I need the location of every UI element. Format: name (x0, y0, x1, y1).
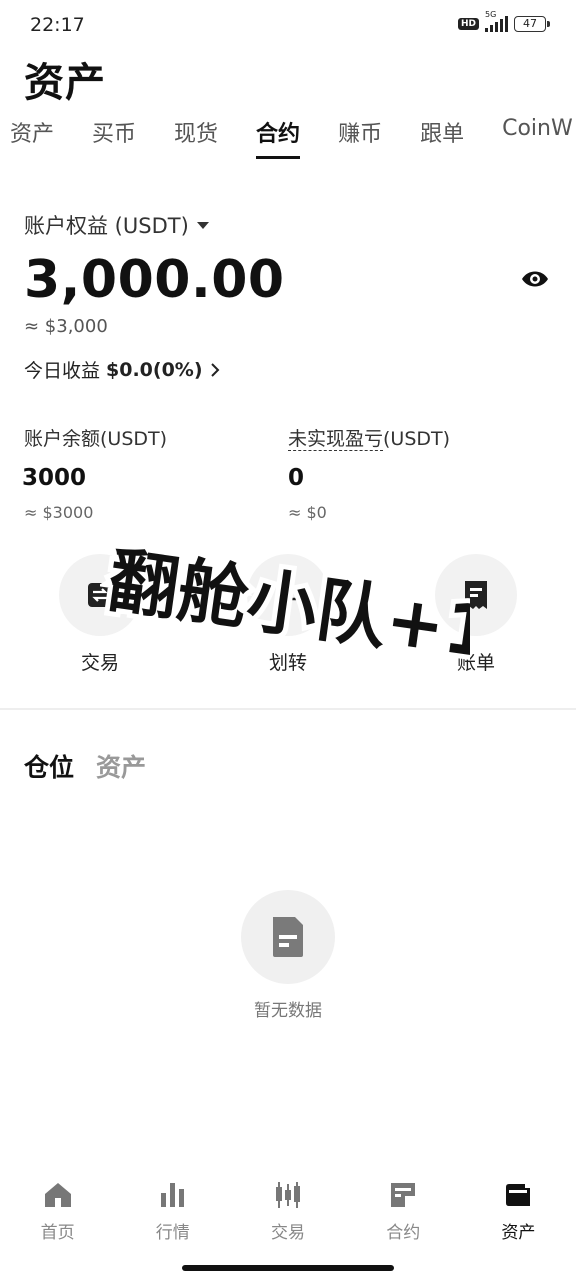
home-indicator (182, 1265, 394, 1271)
tab-spot[interactable]: 现货 (174, 116, 218, 156)
tab-assets[interactable]: 资产 (10, 116, 54, 156)
wallet-icon (461, 1178, 576, 1212)
tab-copy-trade[interactable]: 跟单 (420, 116, 464, 156)
page-title: 资产 (24, 60, 106, 106)
nav-home-label: 首页 (40, 1223, 75, 1243)
today-pnl-label: 今日收益 (24, 360, 101, 382)
top-tabs: 资产 买币 现货 合约 赚币 跟单 CoinW (10, 116, 576, 159)
svg-text:翻舱小队+1: 翻舱小队+1 (103, 539, 470, 674)
balance-block: 账户余额(USDT) 3000 ≈ $3000 (22, 424, 168, 522)
unrealized-block: 未实现盈亏(USDT) 0 ≈ $0 (288, 424, 450, 522)
position-tabs: 仓位 资产 (24, 748, 146, 784)
equity-approx: ≈ $3,000 (24, 316, 108, 337)
tab-earn[interactable]: 赚币 (338, 116, 382, 156)
unrealized-value: 0 (288, 465, 305, 491)
tab-buy-coin[interactable]: 买币 (92, 116, 136, 156)
tab-position-assets[interactable]: 资产 (96, 748, 146, 784)
empty-document-icon (241, 890, 335, 984)
chart-icon (115, 1178, 230, 1212)
network-type: 5G (485, 10, 497, 19)
battery-icon: 47 (514, 16, 550, 32)
status-icons: HD 5G 47 (457, 10, 550, 32)
unrealized-label-unit: (USDT) (383, 428, 451, 450)
equity-currency-selector[interactable]: 账户权益 (USDT) (24, 210, 209, 240)
empty-state-text: 暂无数据 (254, 1001, 322, 1021)
balance-value: 3000 (22, 465, 87, 491)
today-pnl-value: $0.0(0%) (106, 358, 203, 381)
unrealized-label[interactable]: 未实现盈亏(USDT) (288, 424, 450, 451)
nav-trade[interactable]: 交易 (230, 1178, 345, 1243)
signal-icon: 5G (485, 10, 508, 32)
nav-assets-label: 资产 (501, 1223, 536, 1243)
tab-futures[interactable]: 合约 (256, 116, 301, 159)
nav-assets[interactable]: 资产 (461, 1178, 576, 1243)
nav-home[interactable]: 首页 (0, 1178, 115, 1243)
unrealized-label-main: 未实现盈亏 (288, 428, 384, 451)
nav-market[interactable]: 行情 (115, 1178, 230, 1243)
contract-icon (346, 1178, 461, 1212)
nav-trade-label: 交易 (271, 1223, 305, 1243)
hd-badge: HD (457, 18, 479, 30)
nav-market-label: 行情 (155, 1223, 190, 1243)
chevron-right-icon (210, 362, 219, 377)
battery-level: 47 (523, 17, 537, 30)
eye-icon[interactable] (520, 264, 550, 294)
equity-value: 3,000.00 (24, 250, 285, 310)
caret-down-icon (196, 221, 209, 229)
home-icon (0, 1178, 115, 1212)
tab-coinw[interactable]: CoinW (502, 116, 573, 156)
tab-positions[interactable]: 仓位 (24, 748, 74, 784)
nav-contract-label: 合约 (386, 1223, 421, 1243)
status-time: 22:17 (30, 14, 85, 36)
sticker-overlay: 翻舱小队+1 (100, 534, 470, 679)
today-pnl-row[interactable]: 今日收益 $0.0(0%) (24, 356, 221, 383)
balance-label: 账户余额(USDT) (24, 428, 168, 450)
bottom-nav: 首页 行情 交易 合约 资产 (0, 1178, 576, 1243)
section-divider (0, 708, 576, 710)
nav-contract[interactable]: 合约 (346, 1178, 461, 1243)
equity-label: 账户权益 (USDT) (24, 214, 189, 238)
candlestick-icon (230, 1178, 345, 1212)
